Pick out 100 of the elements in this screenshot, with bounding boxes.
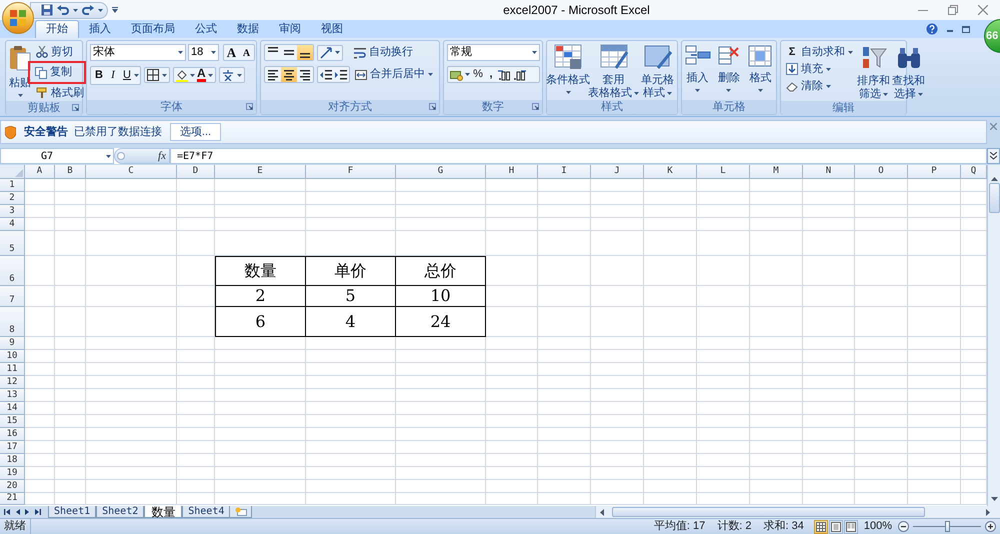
- grid-cell[interactable]: [86, 376, 177, 389]
- row-header[interactable]: 12: [0, 376, 25, 389]
- restore-icon[interactable]: [948, 5, 958, 15]
- ribbon-button[interactable]: 套用 表格格式: [588, 43, 640, 100]
- grid-cell[interactable]: [215, 389, 306, 402]
- customize-icon[interactable]: [112, 7, 118, 13]
- grid-cell[interactable]: [803, 192, 855, 205]
- grid-cell[interactable]: [750, 454, 803, 467]
- row-header[interactable]: 11: [0, 363, 25, 376]
- grid-cell[interactable]: [750, 218, 803, 231]
- grid-cell[interactable]: [177, 376, 215, 389]
- grid-cell[interactable]: [803, 337, 855, 350]
- grid-cell[interactable]: [396, 428, 486, 441]
- row-header[interactable]: 2: [0, 192, 25, 205]
- grid-cell[interactable]: [908, 454, 961, 467]
- grid-cell[interactable]: [55, 337, 86, 350]
- grid-cell[interactable]: [177, 205, 215, 218]
- grid-cell[interactable]: [803, 454, 855, 467]
- dialog-launcher-icon[interactable]: [532, 103, 539, 110]
- help-icon[interactable]: [926, 23, 938, 35]
- grid-cell[interactable]: [644, 363, 697, 376]
- grid-cell[interactable]: [908, 205, 961, 218]
- ribbon-button[interactable]: 复制: [28, 61, 86, 84]
- first-sheet-icon[interactable]: [4, 509, 10, 515]
- grid-cell[interactable]: [644, 218, 697, 231]
- grid-cell[interactable]: [644, 307, 697, 337]
- grid-cell[interactable]: [86, 337, 177, 350]
- ribbon-button[interactable]: 清除: [784, 78, 855, 94]
- grid-cell[interactable]: [644, 179, 697, 192]
- row-header[interactable]: 7: [0, 286, 25, 307]
- grid-cell[interactable]: [803, 286, 855, 307]
- grid-cell[interactable]: [803, 467, 855, 480]
- dialog-launcher-icon[interactable]: [429, 103, 436, 110]
- grid-cell[interactable]: [750, 337, 803, 350]
- grid-cell[interactable]: [591, 402, 644, 415]
- grid-cell[interactable]: [86, 363, 177, 376]
- grid-cell[interactable]: [86, 179, 177, 192]
- grid-cell[interactable]: [177, 441, 215, 454]
- grid-cell[interactable]: [697, 286, 750, 307]
- grid-cell[interactable]: [215, 205, 306, 218]
- grid-cell[interactable]: [25, 428, 55, 441]
- restore-icon[interactable]: [962, 25, 970, 33]
- grid-cell[interactable]: [55, 389, 86, 402]
- grid-cell[interactable]: [644, 428, 697, 441]
- grid-cell[interactable]: [55, 179, 86, 192]
- grid-cell[interactable]: [177, 389, 215, 402]
- grid-cell[interactable]: [538, 363, 591, 376]
- grid-cell[interactable]: [750, 428, 803, 441]
- grid-cell[interactable]: [697, 454, 750, 467]
- grid-cell[interactable]: [750, 493, 803, 505]
- grid-cell[interactable]: [538, 231, 591, 256]
- grid-cell[interactable]: [86, 231, 177, 256]
- grid-cell[interactable]: [697, 231, 750, 256]
- grid-cell[interactable]: [86, 493, 177, 505]
- grid-cell[interactable]: [697, 402, 750, 415]
- zoom-out-icon[interactable]: [898, 521, 909, 532]
- grid-cell[interactable]: [25, 389, 55, 402]
- options-button[interactable]: 选项...: [170, 123, 221, 141]
- grid-cell[interactable]: [486, 307, 538, 337]
- grid-cell[interactable]: [591, 480, 644, 493]
- grid-cell[interactable]: [86, 441, 177, 454]
- grid-cell[interactable]: [25, 350, 55, 363]
- grid-cell[interactable]: [750, 441, 803, 454]
- grid-cell[interactable]: [855, 192, 908, 205]
- grid-cell[interactable]: [177, 192, 215, 205]
- grid-cell[interactable]: [855, 337, 908, 350]
- grid-cell[interactable]: [55, 205, 86, 218]
- grid-cell[interactable]: [486, 376, 538, 389]
- dialog-launcher-icon[interactable]: [246, 103, 253, 110]
- sheet-tab[interactable]: Sheet4: [182, 506, 230, 518]
- grid-cell[interactable]: [177, 467, 215, 480]
- row-header[interactable]: 8: [0, 307, 25, 337]
- zoom-slider-thumb[interactable]: [945, 521, 950, 532]
- grid-cell[interactable]: [591, 363, 644, 376]
- grid-cell[interactable]: [750, 231, 803, 256]
- grid-cell[interactable]: [697, 256, 750, 286]
- fill-color-icon[interactable]: [176, 68, 188, 82]
- grid-cell[interactable]: [55, 428, 86, 441]
- grid-cell[interactable]: [215, 441, 306, 454]
- grid-cell[interactable]: [55, 192, 86, 205]
- row-header[interactable]: 16: [0, 428, 25, 441]
- grid-cell[interactable]: [86, 428, 177, 441]
- grid-cell[interactable]: [908, 402, 961, 415]
- grid-cell[interactable]: [644, 402, 697, 415]
- grid-cell[interactable]: [55, 493, 86, 505]
- grid-cell[interactable]: [25, 286, 55, 307]
- ribbon-button[interactable]: 插入: [684, 43, 712, 100]
- ribbon-tab[interactable]: 审阅: [269, 20, 311, 38]
- grid-cell[interactable]: [750, 363, 803, 376]
- up-arrow-icon[interactable]: [990, 177, 998, 181]
- grid-cell[interactable]: [803, 307, 855, 337]
- grid-cell[interactable]: [644, 286, 697, 307]
- grid-cell[interactable]: [25, 402, 55, 415]
- save-icon[interactable]: [41, 4, 53, 16]
- grid-cell[interactable]: [215, 363, 306, 376]
- grid-cell[interactable]: [908, 231, 961, 256]
- grid-cell[interactable]: [177, 428, 215, 441]
- italic-button[interactable]: I: [106, 67, 120, 84]
- grid-cell[interactable]: [538, 493, 591, 505]
- column-header[interactable]: C: [86, 165, 177, 179]
